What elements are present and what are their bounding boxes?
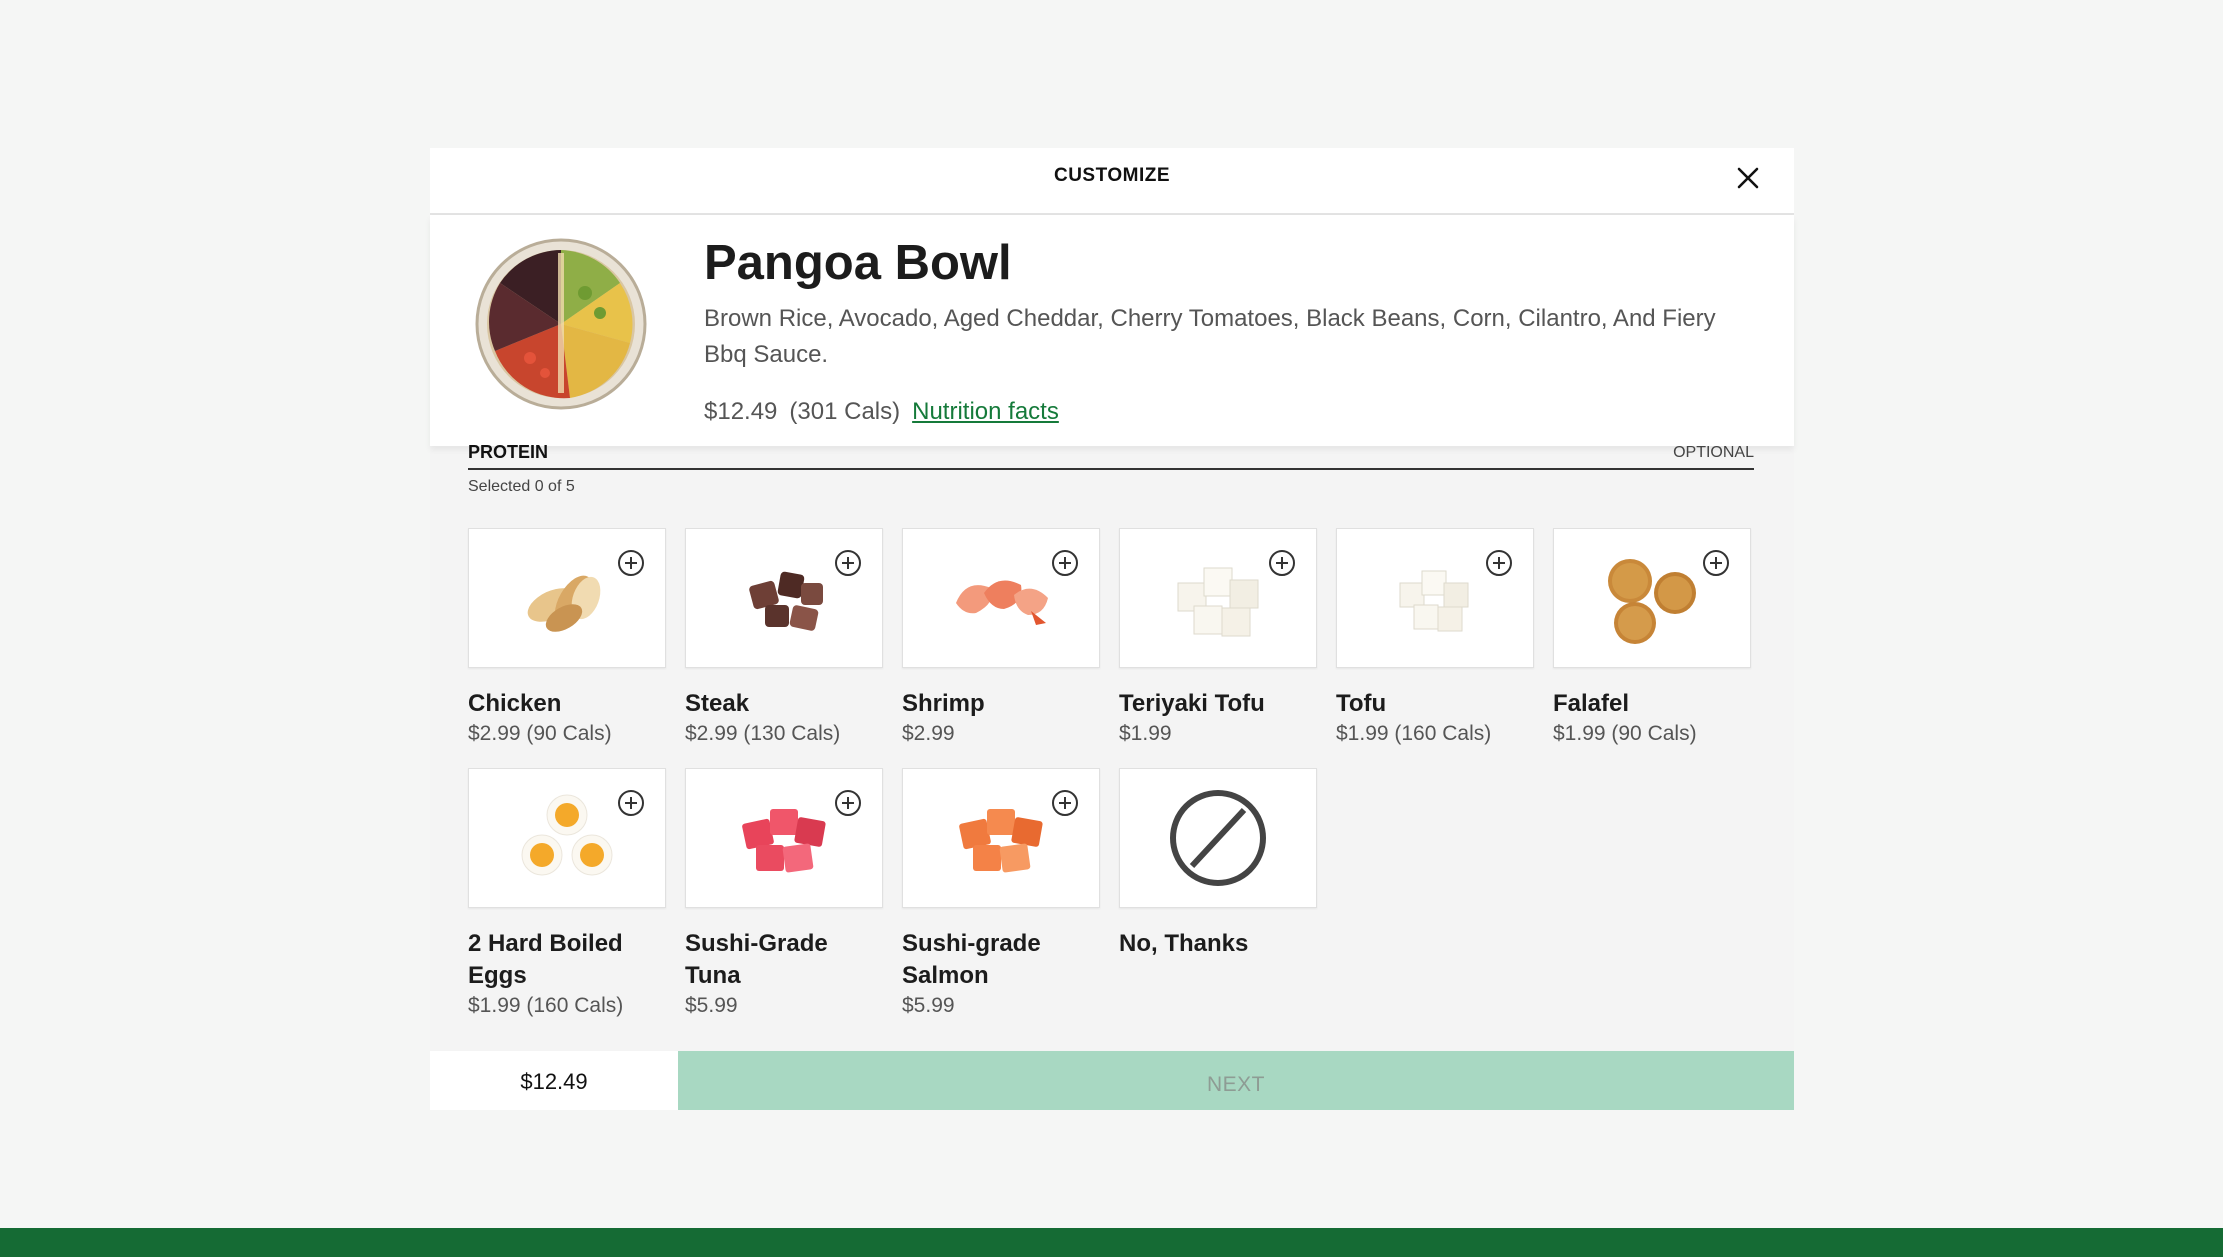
option-name: Sushi-Grade Tuna xyxy=(685,930,828,989)
next-button[interactable]: NEXT xyxy=(678,1051,1794,1110)
option-price: $1.99 (90 Cals) xyxy=(1553,722,1697,745)
add-circle-icon[interactable] xyxy=(1051,549,1079,577)
section-title: PROTEIN xyxy=(468,442,549,462)
close-button[interactable] xyxy=(1726,156,1770,200)
order-footer: $12.49 NEXT xyxy=(430,1051,1794,1110)
tuna-image xyxy=(742,809,826,873)
product-description: Brown Rice, Avocado, Aged Cheddar, Cherr… xyxy=(704,305,1716,368)
option-name: Falafel xyxy=(1553,690,1630,717)
option-name: Steak xyxy=(685,690,750,717)
option-name: Sushi-grade Salmon xyxy=(902,930,1041,989)
option-name: No, Thanks xyxy=(1119,930,1249,957)
product-name: Pangoa Bowl xyxy=(704,236,1012,290)
option-card-chicken[interactable]: Chicken $2.99 (90 Cals) xyxy=(468,528,666,746)
option-tile[interactable] xyxy=(1336,528,1534,668)
option-name: Teriyaki Tofu xyxy=(1119,690,1265,717)
modal-title: CUSTOMIZE xyxy=(1053,164,1171,186)
chicken-image xyxy=(527,575,601,632)
nutrition-facts-link[interactable]: Nutrition facts xyxy=(912,398,1059,426)
option-name: Chicken xyxy=(468,690,562,717)
protein-section-header: PROTEIN OPTIONAL xyxy=(468,442,1754,470)
add-circle-icon[interactable] xyxy=(1702,549,1730,577)
add-circle-icon[interactable] xyxy=(617,549,645,577)
product-price: $12.49 xyxy=(704,398,778,425)
option-card-steak[interactable]: Steak $2.99 (130 Cals) xyxy=(685,528,883,746)
option-name: Shrimp xyxy=(902,690,985,717)
option-tile[interactable] xyxy=(685,768,883,908)
modal-header: CUSTOMIZE xyxy=(430,148,1794,215)
add-circle-icon[interactable] xyxy=(834,789,862,817)
tofu-image xyxy=(1399,570,1469,632)
add-circle-icon[interactable] xyxy=(1051,789,1079,817)
option-tile[interactable] xyxy=(1119,768,1317,908)
option-tile[interactable] xyxy=(468,768,666,908)
selected-count: Selected 0 of 5 xyxy=(468,478,575,495)
option-price: $2.99 (90 Cals) xyxy=(468,722,612,745)
option-price: $5.99 xyxy=(902,994,955,1017)
optional-label: OPTIONAL xyxy=(1673,444,1754,461)
option-card-sushi-grade-salmon[interactable]: Sushi-grade Salmon $5.99 xyxy=(902,768,1100,1018)
add-circle-icon[interactable] xyxy=(1268,549,1296,577)
product-summary: Pangoa Bowl Brown Rice, Avocado, Aged Ch… xyxy=(430,215,1794,446)
option-card-falafel[interactable]: Falafel $1.99 (90 Cals) xyxy=(1553,528,1751,746)
bowl-image xyxy=(470,233,652,415)
option-tile[interactable] xyxy=(1553,528,1751,668)
option-price: $1.99 (160 Cals) xyxy=(1336,722,1492,745)
option-name: 2 Hard Boiled Eggs xyxy=(468,930,623,989)
option-price: $5.99 xyxy=(685,994,738,1017)
customize-modal: CUSTOMIZE Pangoa Bowl Brown Rice, Avocad… xyxy=(430,148,1794,1110)
shrimp-image xyxy=(956,580,1048,625)
close-icon xyxy=(1737,167,1759,189)
option-card-sushi-grade-tuna[interactable]: Sushi-Grade Tuna $5.99 xyxy=(685,768,883,1018)
tofu-image xyxy=(1177,567,1259,637)
option-card-no-thanks[interactable]: No, Thanks xyxy=(1119,768,1317,960)
option-tile[interactable] xyxy=(468,528,666,668)
option-price: $2.99 xyxy=(902,722,955,745)
product-calories: (301 Cals) xyxy=(789,398,901,425)
falafel-image xyxy=(1608,559,1696,644)
add-circle-icon[interactable] xyxy=(617,789,645,817)
page-footer-bar xyxy=(0,1228,2223,1257)
salmon-image xyxy=(959,809,1043,873)
steak-image xyxy=(749,571,823,631)
option-card-tofu[interactable]: Tofu $1.99 (160 Cals) xyxy=(1336,528,1534,746)
option-name: Tofu xyxy=(1336,690,1387,717)
option-tile[interactable] xyxy=(902,768,1100,908)
no-symbol-icon xyxy=(1170,790,1266,886)
add-circle-icon[interactable] xyxy=(834,549,862,577)
option-card-teriyaki-tofu[interactable]: Teriyaki Tofu $1.99 xyxy=(1119,528,1317,746)
add-circle-icon[interactable] xyxy=(1485,549,1513,577)
option-tile[interactable] xyxy=(685,528,883,668)
option-tile[interactable] xyxy=(902,528,1100,668)
option-card-hard-boiled-eggs[interactable]: 2 Hard Boiled Eggs $1.99 (160 Cals) xyxy=(468,768,666,1018)
eggs-image xyxy=(521,794,613,876)
option-card-shrimp[interactable]: Shrimp $2.99 xyxy=(902,528,1100,746)
option-price: $1.99 xyxy=(1119,722,1172,745)
product-meta: $12.49 (301 Cals) Nutrition facts xyxy=(704,398,1059,426)
total-price: $12.49 xyxy=(430,1051,678,1110)
option-price: $1.99 (160 Cals) xyxy=(468,994,624,1017)
option-price: $2.99 (130 Cals) xyxy=(685,722,841,745)
option-tile[interactable] xyxy=(1119,528,1317,668)
